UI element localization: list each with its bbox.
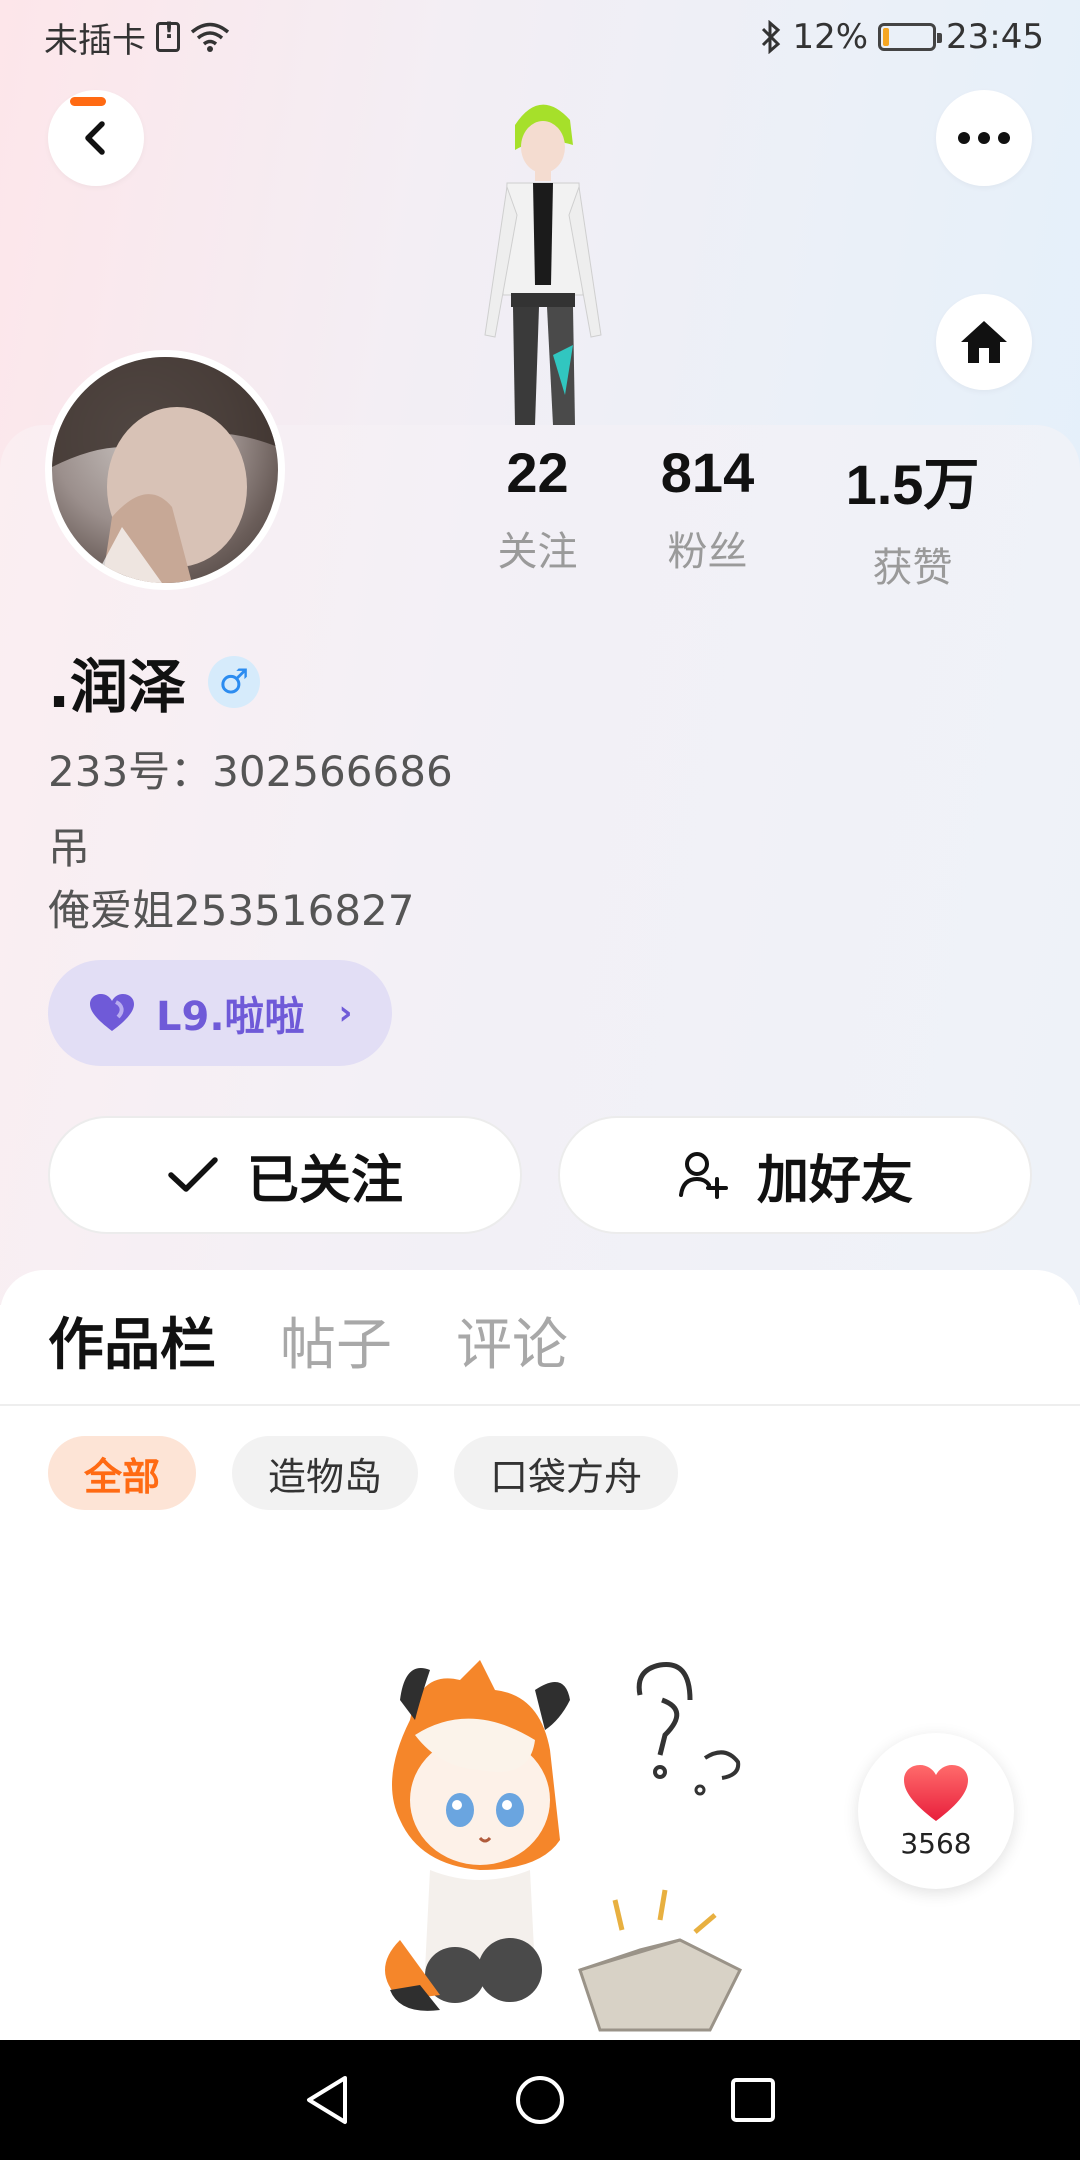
works-filter: 全部 造物岛 口袋方舟 — [48, 1436, 679, 1510]
male-gender-icon: ♂ — [208, 656, 261, 708]
filter-pocket-ark[interactable]: 口袋方舟 — [454, 1436, 679, 1510]
floating-like-button[interactable]: 3568 — [858, 1733, 1014, 1889]
stat-value: 1.5万 — [845, 453, 980, 516]
nav-home-button[interactable] — [510, 2070, 570, 2130]
divider — [0, 1404, 1080, 1406]
avatar-photo — [52, 357, 278, 583]
followed-label: 已关注 — [246, 1150, 403, 1211]
empty-state-illustration — [385, 1660, 743, 2032]
home-button[interactable] — [936, 294, 1032, 390]
user-name: .润泽 — [48, 653, 187, 721]
filter-all[interactable]: 全部 — [48, 1436, 197, 1510]
more-button[interactable] — [936, 90, 1032, 186]
system-nav-bar — [0, 2040, 1080, 2160]
status-right: 12% 23:45 — [760, 17, 1044, 57]
wifi-icon — [190, 22, 230, 52]
square-recents-icon — [731, 2078, 776, 2122]
stat-value: 22 — [506, 441, 569, 504]
tab-comments[interactable]: 评论 — [456, 1300, 568, 1381]
stat-followers[interactable]: 814 粉丝 — [605, 440, 810, 593]
tab-works[interactable]: 作品栏 — [48, 1300, 216, 1381]
active-tab-indicator — [70, 97, 106, 106]
stat-label: 关注 — [497, 529, 578, 575]
tab-posts[interactable]: 帖子 — [280, 1300, 392, 1381]
character-avatar-figure — [484, 104, 602, 425]
stat-value: 814 — [660, 441, 755, 504]
level-label: L9.啦啦 — [156, 994, 305, 1040]
check-icon — [168, 1157, 218, 1192]
level-badge[interactable]: L9.啦啦 › — [48, 960, 392, 1066]
stat-label: 粉丝 — [667, 529, 748, 575]
name-row: .润泽 ♂ — [48, 640, 261, 724]
carrier-text: 未插卡 — [44, 20, 146, 61]
bio-line: 俺爱姐253516827 — [48, 886, 415, 935]
sim-alert-icon — [156, 19, 180, 52]
add-friend-label: 加好友 — [756, 1150, 913, 1211]
followed-button[interactable]: 已关注 — [48, 1116, 522, 1234]
user-bio: 吊 俺爱姐253516827 — [48, 818, 415, 942]
circle-home-icon — [515, 2076, 564, 2124]
chevron-left-icon — [85, 121, 105, 155]
battery-icon — [878, 23, 943, 51]
add-user-icon — [678, 1152, 728, 1199]
user-id[interactable]: 233号：302566686 — [48, 738, 453, 799]
bio-line: 吊 — [48, 824, 91, 873]
chevron-right-icon: › — [338, 993, 353, 1033]
profile-stats: 22 关注 814 粉丝 1.5万 获赞 — [470, 440, 1015, 593]
heart-level-icon — [90, 994, 134, 1031]
home-icon — [961, 321, 1007, 363]
stat-label: 获赞 — [872, 545, 953, 591]
ellipsis-icon — [958, 132, 1010, 144]
triangle-back-icon — [306, 2076, 347, 2124]
clock: 23:45 — [946, 17, 1044, 57]
add-friend-button[interactable]: 加好友 — [558, 1116, 1032, 1234]
heart-icon — [904, 1764, 968, 1821]
stat-likes[interactable]: 1.5万 获赞 — [810, 440, 1015, 593]
filter-island[interactable]: 造物岛 — [232, 1436, 419, 1510]
stat-following[interactable]: 22 关注 — [470, 440, 605, 593]
bluetooth-icon — [762, 20, 781, 54]
status-bar: 未插卡 12% 23:45 — [0, 0, 1080, 74]
battery-percent: 12% — [792, 17, 869, 57]
status-left: 未插卡 — [44, 13, 230, 62]
nav-recents-button[interactable] — [723, 2070, 783, 2130]
like-count: 3568 — [900, 1826, 972, 1860]
avatar[interactable] — [45, 350, 285, 590]
profile-tabs: 作品栏 帖子 评论 — [48, 1300, 568, 1381]
nav-back-button[interactable] — [297, 2070, 357, 2130]
battery-fill — [883, 28, 889, 46]
